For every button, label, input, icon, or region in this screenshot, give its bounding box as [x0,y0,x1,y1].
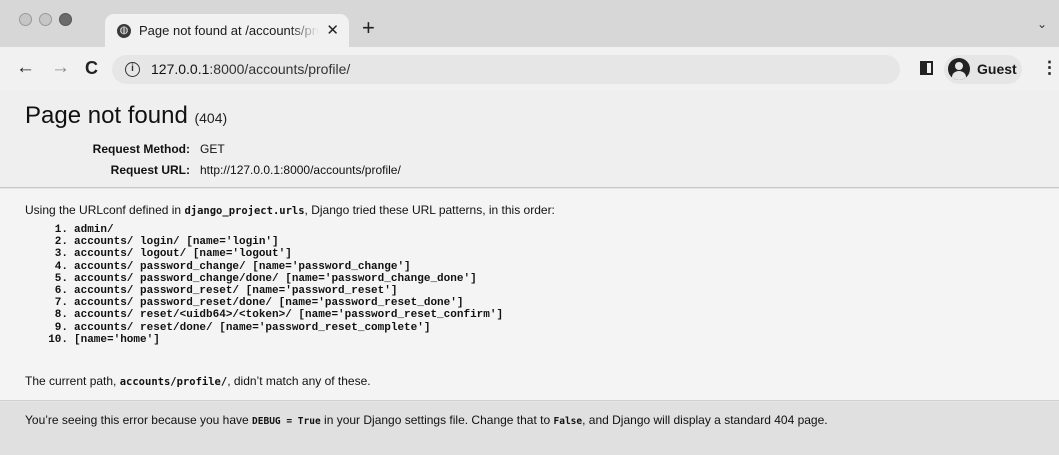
list-item: 8. accounts/ reset/<uidb64>/<token>/ [nam… [54,309,504,322]
list-item: 10. [name='home'] [48,333,160,346]
pattern-text: accounts/ reset/<uidb64>/<token>/ [name=… [74,309,504,322]
profile-button[interactable]: Guest [944,55,1022,84]
explain-part-1: You’re seeing this error because you hav… [25,413,253,427]
list-item: 3. accounts/ logout/ [name='logout'] [54,248,292,261]
intro-prefix: Using the URLconf defined in [25,203,185,217]
current-path: accounts/profile/ [119,376,228,388]
current-path-note: The current path, accounts/profile/, did… [25,374,371,388]
request-url-value: http://127.0.0.1:8000/accounts/profile/ [200,163,401,177]
tab-search-chevron-icon[interactable]: ⌄ [1037,17,1047,31]
list-item: 9. accounts/ reset/done/ [name='password_… [54,321,431,334]
page-title: Page not found (404) [25,102,227,130]
url-text[interactable]: 127.0.0.1:8000/accounts/profile/ [151,61,350,77]
avatar-icon [948,58,970,80]
minimize-window-button[interactable] [39,13,52,26]
address-bar[interactable]: i 127.0.0.1:8000/accounts/profile/ [112,55,900,84]
pattern-text: admin/ [74,224,114,236]
pattern-text: accounts/ reset/done/ [name='password_re… [74,321,431,334]
back-arrow-icon[interactable]: ← [16,57,35,79]
more-menu-icon[interactable]: ⋮ [1041,58,1058,78]
url-host: 127.0.0.1 [151,61,210,77]
explanation-section: You’re seeing this error because you hav… [0,402,1059,455]
tab-bar: ◍ Page not found at /accounts/profile/ ✕… [0,0,1059,48]
pattern-text: accounts/ password_change/done/ [name='p… [74,272,477,285]
debug-setting: DEBUG = True [252,416,321,427]
pattern-text: accounts/ login/ [name='login'] [74,236,279,249]
intro-suffix: , Django tried these URL patterns, in th… [304,203,555,217]
pattern-text: [name='home'] [74,333,160,346]
url-path: :8000/accounts/profile/ [209,61,351,77]
profile-name: Guest [977,61,1017,77]
pattern-text: accounts/ password_reset/done/ [name='pa… [74,297,464,310]
close-window-button[interactable] [19,13,32,26]
close-tab-icon[interactable]: ✕ [326,21,339,39]
false-value: False [553,416,583,427]
list-item: 2. accounts/ login/ [name='login'] [54,236,279,249]
zoom-window-button[interactable] [59,13,72,26]
list-item: 7. accounts/ password_reset/done/ [name='… [54,297,464,310]
page-title-text: Page not found [25,102,188,129]
browser-toolbar: ← → C i 127.0.0.1:8000/accounts/profile/… [0,47,1059,91]
status-code: (404) [194,110,228,126]
new-tab-button[interactable]: + [362,16,375,40]
info-section: Using the URLconf defined in django_proj… [0,189,1059,401]
urlconf-name: django_project.urls [184,205,305,217]
list-item: 4. accounts/ password_change/ [name='pass… [54,260,411,273]
request-method-label: Request Method: [92,142,190,156]
site-info-icon[interactable]: i [125,62,140,77]
url-pattern-list: 1. admin/ 2. accounts/ login/ [name='login… [46,224,503,346]
urlconf-intro: Using the URLconf defined in django_proj… [25,203,555,217]
outro-suffix: , didn’t match any of these. [227,374,371,388]
explain-part-3: , and Django will display a standard 404… [582,413,828,427]
globe-icon: ◍ [117,24,131,38]
outro-prefix: The current path, [25,374,120,388]
list-item: 5. accounts/ password_change/done/ [name=… [54,272,477,285]
list-item: 1. admin/ [54,224,114,236]
side-panel-icon[interactable] [920,61,933,75]
request-method-value: GET [200,142,225,156]
pattern-text: accounts/ password_change/ [name='passwo… [74,260,411,273]
active-tab[interactable]: ◍ Page not found at /accounts/profile/ ✕ [105,14,349,48]
reload-icon[interactable]: C [85,57,98,79]
pattern-text: accounts/ password_reset/ [name='passwor… [74,284,398,297]
forward-arrow-icon[interactable]: → [51,57,70,79]
page-content: Page not found (404) Request Method: GET… [0,91,1059,455]
explain-part-2: in your Django settings file. Change tha… [320,413,554,427]
request-url-label: Request URL: [110,163,190,177]
pattern-text: accounts/ logout/ [name='logout'] [74,248,292,261]
summary-section: Page not found (404) Request Method: GET… [0,91,1059,188]
tab-title: Page not found at /accounts/profile/ [139,23,319,38]
list-item: 6. accounts/ password_reset/ [name='passw… [54,284,398,297]
debug-explanation: You’re seeing this error because you hav… [25,413,828,427]
